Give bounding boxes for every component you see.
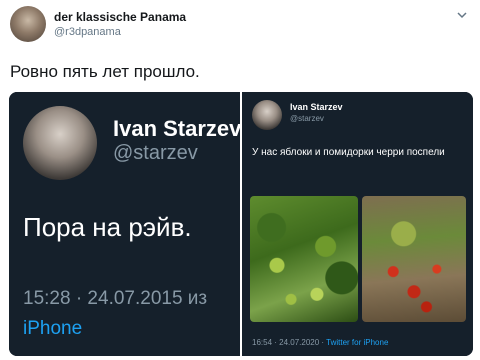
screenshot-text: Пора на рэйв. (23, 212, 192, 242)
user-handle[interactable]: @r3dpanama (54, 26, 121, 38)
apples-photo (250, 196, 358, 322)
tomatoes-photo (362, 196, 466, 322)
screenshot-handle: @starzev (290, 114, 324, 123)
screenshot-name: Ivan Starzev (290, 102, 343, 112)
screenshot-timestamp: 16:54 · 24.07.2020 · Twitter for iPhone (252, 338, 388, 347)
media-container[interactable]: Ivan Starzev @starzev Пора на рэйв. 15:2… (9, 92, 473, 356)
screenshot-timestamp: 15:28 · 24.07.2015 из (23, 288, 208, 309)
display-name[interactable]: der klassische Panama (54, 10, 186, 24)
screenshot-avatar (23, 106, 97, 180)
screenshot-source: iPhone (23, 318, 83, 339)
screenshot-text: У нас яблоки и помидорки черри поспели (252, 147, 445, 158)
tweet-card: der klassische Panama @r3dpanama Ровно п… (0, 0, 480, 360)
screenshot-avatar (252, 100, 282, 130)
screenshot-handle: @starzev (113, 142, 198, 164)
right-screenshot[interactable]: Ivan Starzev @starzev У нас яблоки и пом… (242, 92, 473, 356)
screenshot-source: Twitter for iPhone (326, 338, 389, 347)
avatar[interactable] (10, 6, 46, 42)
left-screenshot[interactable]: Ivan Starzev @starzev Пора на рэйв. 15:2… (9, 92, 240, 356)
timestamp-text: 16:54 · 24.07.2020 · (252, 338, 327, 347)
tweet-text: Ровно пять лет прошло. (10, 62, 200, 81)
screenshot-name: Ivan Starzev (113, 116, 240, 141)
chevron-down-icon[interactable] (456, 9, 468, 21)
